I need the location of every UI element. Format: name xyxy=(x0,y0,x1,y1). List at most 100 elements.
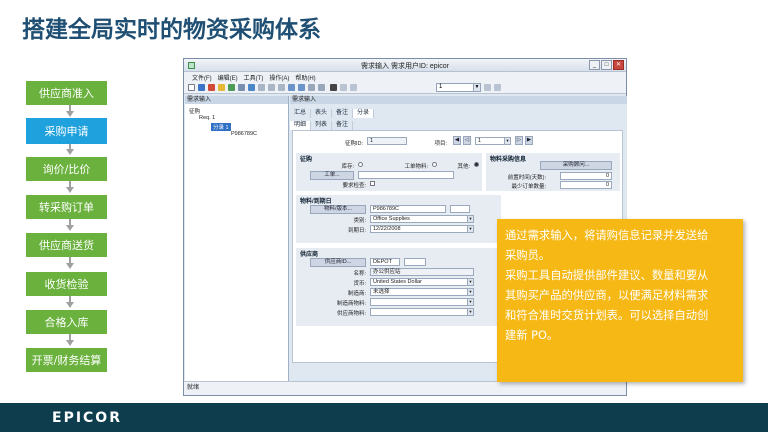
chevron-down-icon: ▼ xyxy=(467,299,473,305)
due-date-label: 到期日: xyxy=(347,228,366,234)
purchase-advisor-button[interactable]: 采购顾问... xyxy=(540,161,612,170)
req-id-field[interactable]: 1 xyxy=(367,137,407,145)
folder-icon[interactable] xyxy=(218,84,225,91)
mfg-part-select[interactable]: ▼ xyxy=(370,298,474,306)
callout-line: 建新 PO。 xyxy=(505,329,559,342)
inventory-radio[interactable] xyxy=(358,162,363,167)
material-info-title: 物料采购信息 xyxy=(490,157,527,163)
job-material-radio[interactable] xyxy=(432,162,437,167)
chevron-down-icon: ▼ xyxy=(504,138,510,144)
part-field[interactable]: P986789C xyxy=(370,205,446,213)
revision-field[interactable] xyxy=(450,205,470,213)
flow-step-inquiry: 询价/比价 xyxy=(26,157,107,181)
arrow-down-icon xyxy=(66,302,74,308)
tab-lines[interactable]: 分录 xyxy=(353,109,375,118)
callout-line: 其购买产品的供应商，以便满足材料需求 xyxy=(505,289,709,302)
prev-line-icon[interactable]: ◁ xyxy=(463,136,471,145)
menu-actions[interactable]: 操作(A) xyxy=(269,73,289,82)
tab-memo[interactable]: 备注 xyxy=(332,109,354,118)
req-group: 征购 库存: 工单物料: 其他: 工单... 要求检查: xyxy=(296,153,482,191)
search-icon[interactable] xyxy=(308,84,315,91)
supplier-extra-field[interactable] xyxy=(404,258,426,266)
maximize-button[interactable]: □ xyxy=(601,60,612,70)
due-date-field[interactable]: 12/22/2008 ▼ xyxy=(370,225,474,233)
tree-item-line[interactable]: 分录 1 xyxy=(211,123,231,131)
lead-time-field[interactable]: 0 xyxy=(560,172,612,180)
help-icon[interactable] xyxy=(318,84,325,91)
chevron-down-icon: ▼ xyxy=(467,216,473,222)
supplier-id-button[interactable]: 供应商ID... xyxy=(310,258,366,267)
callout-line: 采购工具自动提供部件建议、数量和要从 xyxy=(505,269,709,282)
flow-step-invoicing: 开票/财务结算 xyxy=(26,348,107,372)
tree-item-part[interactable]: P986789C xyxy=(231,131,257,137)
class-select[interactable]: Office Supplies ▼ xyxy=(370,215,474,223)
other-radio[interactable] xyxy=(474,162,479,167)
paste-icon[interactable] xyxy=(278,84,285,91)
supplier-part-select[interactable]: ▼ xyxy=(370,308,474,316)
flow-step-convert-po: 转采购订单 xyxy=(26,195,107,219)
save-icon[interactable] xyxy=(198,84,205,91)
chevron-down-icon: ▼ xyxy=(467,289,473,295)
tab-header[interactable]: 表头 xyxy=(311,109,333,118)
undo-icon[interactable] xyxy=(288,84,295,91)
refresh-icon[interactable] xyxy=(228,84,235,91)
minimize-button[interactable]: _ xyxy=(589,60,600,70)
inventory-label: 库存: xyxy=(341,164,354,170)
line-selector[interactable]: 1 ▼ xyxy=(475,137,511,145)
menu-help[interactable]: 帮助(H) xyxy=(295,73,315,82)
currency-select[interactable]: United States Dollar ▼ xyxy=(370,278,474,286)
tree-item-root[interactable]: 征购 xyxy=(189,107,200,115)
print-icon[interactable] xyxy=(248,84,255,91)
flow-step-supplier-delivery: 供应商送货 xyxy=(26,233,107,257)
first-line-icon[interactable]: ◀ xyxy=(453,136,461,145)
menu-edit[interactable]: 编辑(E) xyxy=(218,73,238,82)
tab-comments[interactable]: 备注 xyxy=(332,121,354,130)
next-line-icon[interactable]: ▷ xyxy=(515,136,523,145)
supplier-group: 供应商 供应商ID... DEPOT 名称: 办公供应站 货币: United … xyxy=(296,248,501,326)
tab-list[interactable]: 列表 xyxy=(311,121,333,130)
part-revision-button[interactable]: 物料/版本... xyxy=(310,205,366,214)
req-id-label: 征购ID: xyxy=(344,141,363,147)
manufacturer-select[interactable]: 未选择 ▼ xyxy=(370,288,474,296)
supplier-part-label: 供应商物料: xyxy=(336,311,366,317)
copy-icon[interactable] xyxy=(268,84,275,91)
first-record-icon[interactable] xyxy=(340,84,347,91)
close-button[interactable]: ✕ xyxy=(613,60,624,70)
content-pane-header: 需求输入 xyxy=(290,96,627,104)
inspection-checkbox[interactable] xyxy=(370,181,375,186)
supplier-name-field: 办公供应站 xyxy=(370,268,474,276)
other-label: 其他: xyxy=(457,164,470,170)
arrow-down-icon xyxy=(66,263,74,269)
previous-record-icon[interactable] xyxy=(350,84,357,91)
supplier-id-field[interactable]: DEPOT xyxy=(370,258,400,266)
attach-icon[interactable] xyxy=(238,84,245,91)
footer-bar: EPICOR xyxy=(0,403,768,432)
cut-icon[interactable] xyxy=(258,84,265,91)
tree-item-req[interactable]: Req. 1 xyxy=(199,115,215,121)
line-selector-value: 1 xyxy=(478,138,482,144)
window-title: 需求输入 需求用户ID: epicor xyxy=(361,63,449,70)
description-callout: 通过需求输入，将请购信息记录并发送给 采购员。 采购工具自动提供部件建议、数量和… xyxy=(497,219,743,382)
binoculars-icon[interactable] xyxy=(330,84,337,91)
next-record-icon[interactable] xyxy=(484,84,491,91)
new-icon[interactable] xyxy=(188,84,195,91)
last-record-icon[interactable] xyxy=(494,84,501,91)
min-qty-field[interactable]: 0 xyxy=(560,181,612,189)
record-selector[interactable]: 1 ▼ xyxy=(436,83,481,92)
delete-icon[interactable] xyxy=(208,84,215,91)
clear-icon[interactable] xyxy=(298,84,305,91)
chevron-down-icon: ▼ xyxy=(473,84,480,91)
calendar-icon: ▼ xyxy=(467,226,473,232)
menu-tools[interactable]: 工具(T) xyxy=(244,73,264,82)
flow-step-receiving-inspection: 收货检验 xyxy=(26,272,107,296)
last-line-icon[interactable]: ▶ xyxy=(525,136,533,145)
record-selector-value: 1 xyxy=(439,84,443,90)
tab-detail[interactable]: 明细 xyxy=(290,121,312,130)
menu-file[interactable]: 文件(F) xyxy=(192,73,212,82)
tab-summary[interactable]: 汇总 xyxy=(290,109,312,118)
part-group: 物料/到期日 物料/版本... P986789C 类别: Office Supp… xyxy=(296,195,501,243)
job-button[interactable]: 工单... xyxy=(310,171,354,180)
supplier-name-label: 名称: xyxy=(353,271,366,277)
slide-title: 搭建全局实时的物资采购体系 xyxy=(22,17,321,43)
job-field[interactable] xyxy=(358,171,454,179)
